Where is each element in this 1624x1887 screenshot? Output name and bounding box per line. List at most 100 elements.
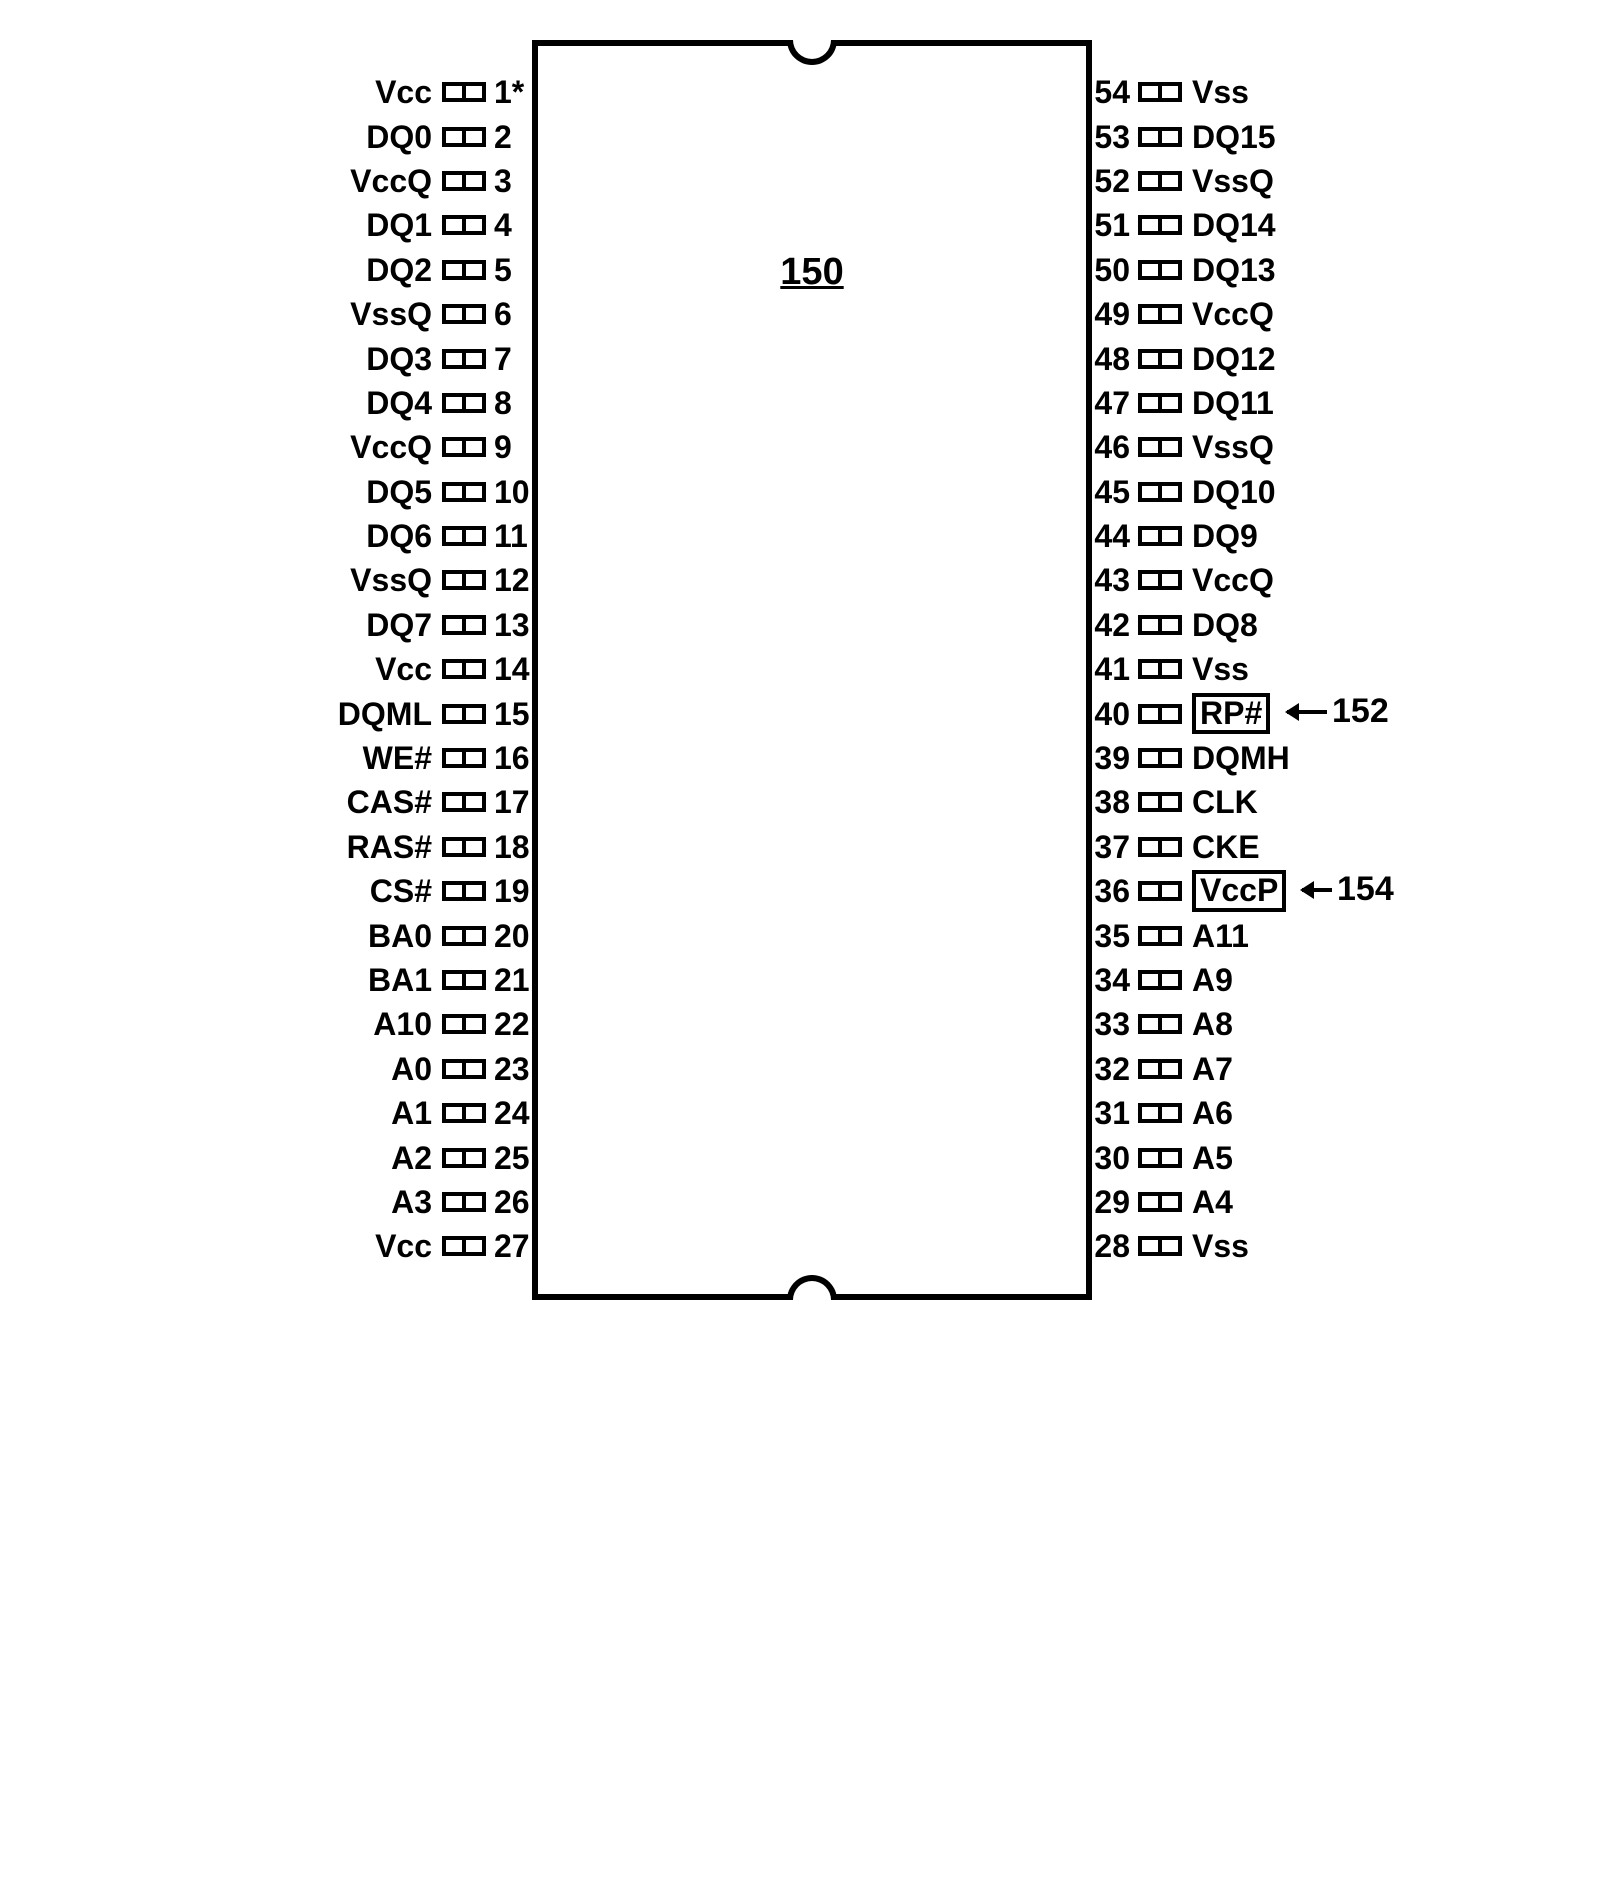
pin-label: BA1 [312,964,432,996]
pin-row: DQ7 13 [312,603,554,647]
pin-number: 47 [1070,387,1130,419]
pin-row: Vcc27 [312,1224,554,1268]
pin-pad [1138,215,1182,235]
pin-row: 32A7 [1070,1047,1312,1091]
pin-pad [442,837,486,857]
pin-row: 31 A6 [1070,1091,1312,1135]
pin-label: WE# [312,742,432,774]
pin-number: 16 [494,742,554,774]
pin-label: A11 [1192,920,1312,952]
pin-number: 42 [1070,609,1130,641]
pin-row: 43VccQ [1070,558,1312,602]
pin-label: VccQ [1192,564,1312,596]
pin-row: VssQ12 [312,558,554,602]
pin-label: A6 [1192,1097,1312,1129]
pin-pad [1138,570,1182,590]
pin-label: DQ3 [312,343,432,375]
pin-label: A8 [1192,1008,1312,1040]
pin-label: VccP [1192,870,1312,912]
pin-pad [442,437,486,457]
pin-label: DQ12 [1192,343,1312,375]
pin-pad [442,615,486,635]
pin-number: 31 [1070,1097,1130,1129]
pin-label: Vss [1192,1230,1312,1262]
pin-row: A023 [312,1047,554,1091]
pin-label: A7 [1192,1053,1312,1085]
pin-number: 4 [494,209,554,241]
pin-number: 8 [494,387,554,419]
pin-label: DQ13 [1192,254,1312,286]
pin-pad [442,171,486,191]
pin-number: 22 [494,1008,554,1040]
pin-row: 28 Vss [1070,1224,1312,1268]
pin-row: DQML 15 [312,691,554,735]
pin-number: 5 [494,254,554,286]
pin-number: 28 [1070,1230,1130,1262]
pin-label: A1 [312,1097,432,1129]
pin-number: 13 [494,609,554,641]
pin-label: DQ15 [1192,121,1312,153]
pin-pad [442,260,486,280]
pin-pad [442,970,486,990]
pin-number: 25 [494,1142,554,1174]
pin-row: Vcc14 [312,647,554,691]
pin-pad [1138,704,1182,724]
pin-row: DQ1 4 [312,203,554,247]
pin-row: 45DQ10 [1070,470,1312,514]
pin-row: 52VssQ [1070,159,1312,203]
pin-row: A1022 [312,1002,554,1046]
pin-row: 54 Vss [1070,70,1312,114]
pin-number: 34 [1070,964,1130,996]
pin-label: CS# [312,875,432,907]
pin-pad [1138,171,1182,191]
pin-number: 49 [1070,298,1130,330]
pin-number: 10 [494,476,554,508]
pin-pad [442,570,486,590]
pin-pad [442,659,486,679]
pin-number: 45 [1070,476,1130,508]
pin-pad [1138,127,1182,147]
pin-number: 46 [1070,431,1130,463]
pin-number: 41 [1070,653,1130,685]
pin-number: 11 [494,520,554,552]
pin-number: 54 [1070,76,1130,108]
pin-pad [1138,881,1182,901]
pin-label: A4 [1192,1186,1312,1218]
pin-row: 40RP# [1070,691,1312,735]
pin-row: VssQ6 [312,292,554,336]
pin-row: 44 DQ9 [1070,514,1312,558]
pin-label: DQ5 [312,476,432,508]
pin-label: DQ9 [1192,520,1312,552]
pin-label: BA0 [312,920,432,952]
pin-number: 44 [1070,520,1130,552]
pin-pad [442,748,486,768]
pin-pad [442,1192,486,1212]
pin-number: 40 [1070,698,1130,730]
pin-label: DQ7 [312,609,432,641]
pin-pad [1138,926,1182,946]
pin-number: 26 [494,1186,554,1218]
pin-pad [442,1059,486,1079]
pin-number: 30 [1070,1142,1130,1174]
pin-pad [442,792,486,812]
pin-pad [1138,615,1182,635]
pin-label: A0 [312,1053,432,1085]
pin-label: DQ1 [312,209,432,241]
pin-label: DQML [312,698,432,730]
pin-number: 15 [494,698,554,730]
pin-row: 37CKE [1070,825,1312,869]
pin-label: VccQ [1192,298,1312,330]
pin-label: Vss [1192,76,1312,108]
pin-row: WE# 16 [312,736,554,780]
pins-left: Vcc1*DQ02VccQ3DQ14DQ25VssQ6DQ37DQ48VccQ9… [312,70,554,1269]
pin-label: VccQ [312,165,432,197]
pin-row: 49 VccQ [1070,292,1312,336]
pin-row: 47DQ11 [1070,381,1312,425]
pin-number: 2 [494,121,554,153]
pin-pad [1138,659,1182,679]
pin-pad [442,82,486,102]
pin-pad [442,304,486,324]
pin-row: 42DQ8 [1070,603,1312,647]
pin-pad [1138,792,1182,812]
pin-label: CAS# [312,786,432,818]
